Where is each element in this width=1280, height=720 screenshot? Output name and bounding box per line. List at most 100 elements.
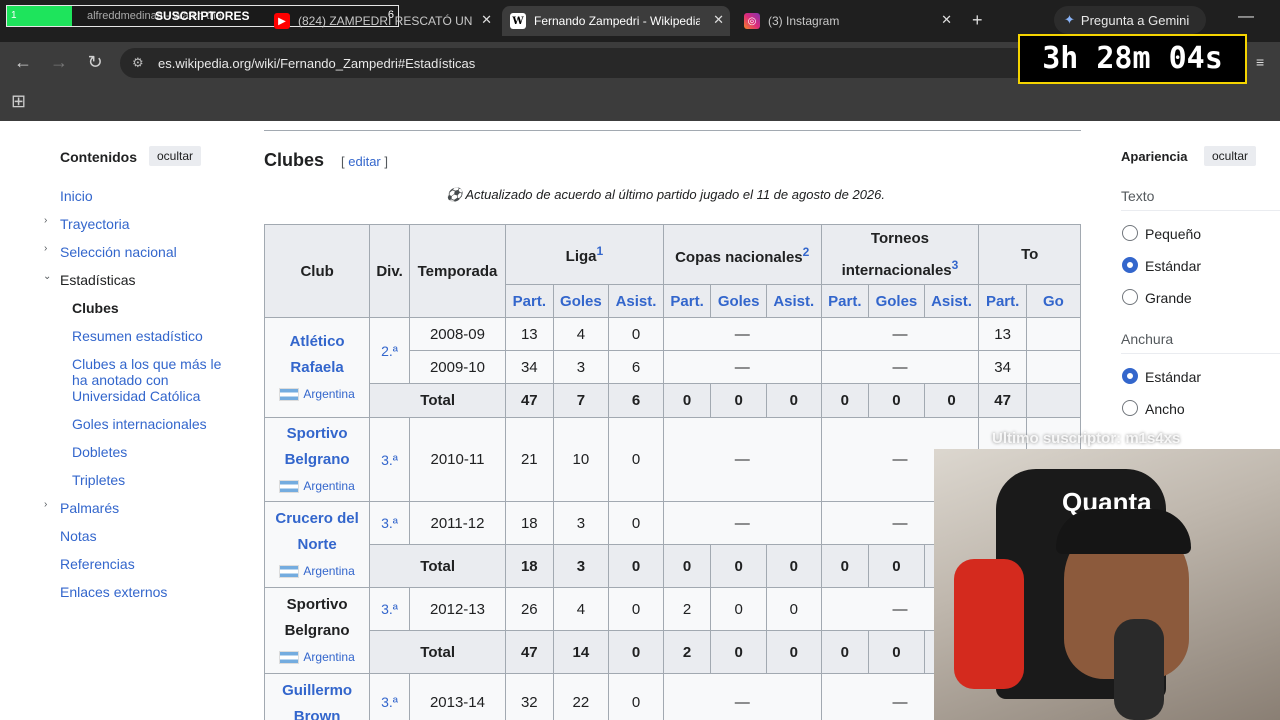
club-link[interactable]: Guillermo Brown [277, 678, 357, 720]
subheader-goles[interactable]: Goles [710, 284, 767, 318]
radio-small[interactable] [1122, 225, 1138, 241]
toc-item-palmares[interactable]: Palmarés [60, 500, 119, 516]
footnote-link[interactable]: 2 [803, 245, 810, 259]
div-cell[interactable]: 2.ª [369, 317, 410, 384]
footnote-link[interactable]: 1 [597, 244, 604, 258]
subheader-asist[interactable]: Asist. [923, 284, 980, 318]
season-cell: 2013-14 [408, 673, 507, 720]
div-cell[interactable]: 3.ª [369, 417, 410, 502]
toc-item-inicio[interactable]: Inicio [60, 188, 93, 204]
cell: 22 [552, 673, 610, 720]
subheader-part[interactable]: Part. [662, 284, 712, 318]
gemini-button[interactable]: ✦ Pregunta a Gemini [1054, 6, 1206, 34]
cell: 0 [710, 630, 767, 674]
forward-icon[interactable]: → [47, 52, 71, 73]
wikipedia-icon: W [510, 13, 526, 29]
toc-item-trayectoria[interactable]: Trayectoria [60, 216, 130, 232]
omnibox[interactable]: ⚙ es.wikipedia.org/wiki/Fernando_Zampedr… [120, 48, 1040, 78]
cell: — [662, 673, 822, 720]
radio-label: Grande [1145, 290, 1192, 306]
country-link[interactable]: Argentina [303, 387, 354, 401]
subheader-asist[interactable]: Asist. [765, 284, 822, 318]
toc-item-enlaces[interactable]: Enlaces externos [60, 584, 167, 600]
chevron-right-icon[interactable]: › [44, 215, 47, 226]
back-icon[interactable]: ← [11, 52, 35, 73]
tab-instagram[interactable]: ◎ (3) Instagram ✕ [736, 6, 958, 36]
radio-standard[interactable] [1122, 257, 1138, 273]
toc-item-referencias[interactable]: Referencias [60, 556, 135, 572]
header-club: Club [264, 224, 371, 318]
toc-item-dobletes[interactable]: Dobletes [72, 444, 127, 460]
minimize-button[interactable]: — [1238, 8, 1254, 26]
div-cell[interactable]: 3.ª [369, 587, 410, 631]
toc-item-seleccion[interactable]: Selección nacional [60, 244, 177, 260]
header-torneos-text: Torneos internacionales [841, 229, 952, 279]
appearance-hide-button[interactable]: ocultar [1204, 146, 1257, 166]
cell: 0 [608, 501, 664, 545]
club-link[interactable]: Atlético Rafaela [282, 329, 352, 381]
radio-label: Estándar [1145, 258, 1202, 274]
toc-item-clubes-anotado[interactable]: Clubes a los que más le ha anotado con U… [72, 356, 232, 404]
country-link[interactable]: Argentina [303, 650, 354, 664]
reading-list-icon[interactable]: ≡ [1256, 54, 1264, 70]
radio-large[interactable] [1122, 289, 1138, 305]
club-link[interactable]: Sportivo Belgrano [277, 421, 357, 473]
subheader-goles[interactable]: Goles [868, 284, 925, 318]
div-cell[interactable]: 3.ª [369, 501, 410, 545]
subheader-part[interactable]: Part. [505, 284, 554, 318]
apps-grid-icon[interactable]: ⊞ [11, 91, 26, 112]
cell: — [820, 350, 980, 384]
subheader-part[interactable]: Part. [820, 284, 870, 318]
country-link[interactable]: Argentina [303, 479, 354, 493]
radio-width-wide[interactable] [1122, 400, 1138, 416]
cell [1025, 317, 1081, 351]
club-name: Sportivo Belgrano [284, 595, 350, 639]
cell: 0 [820, 544, 870, 588]
close-icon[interactable]: ✕ [481, 12, 492, 28]
new-tab-button[interactable]: + [972, 10, 983, 31]
subheader-goles[interactable]: Go [1025, 284, 1081, 318]
subheader-goles[interactable]: Goles [552, 284, 610, 318]
toc-item-goles-int[interactable]: Goles internacionales [72, 416, 207, 432]
cell: 13 [505, 317, 554, 351]
country-link[interactable]: Argentina [303, 564, 354, 578]
div-cell[interactable]: 3.ª [369, 673, 410, 720]
toc-item-tripletes[interactable]: Tripletes [72, 472, 125, 488]
season-cell: 2010-11 [408, 417, 507, 502]
cell: — [662, 350, 822, 384]
toc-item-resumen[interactable]: Resumen estadístico [72, 328, 203, 344]
radio-label: Pequeño [1145, 226, 1202, 242]
subheader-asist[interactable]: Asist. [608, 284, 664, 318]
cell: 2 [662, 587, 712, 631]
chevron-right-icon[interactable]: › [44, 243, 47, 254]
toc-hide-button[interactable]: ocultar [149, 146, 202, 166]
toc-item-estadisticas[interactable]: Estadísticas [60, 272, 135, 288]
site-info-icon[interactable]: ⚙ [132, 55, 144, 71]
header-copas-text: Copas nacionales [675, 248, 803, 266]
cell [1025, 350, 1081, 384]
cell: 26 [505, 587, 554, 631]
cell: 47 [505, 383, 554, 418]
chevron-right-icon[interactable]: › [44, 499, 47, 510]
radio-width-standard[interactable] [1122, 368, 1138, 384]
toc-item-notas[interactable]: Notas [60, 528, 97, 544]
tab-youtube[interactable]: ▶ (824) ZAMPEDRI RESCATÓ UN ✕ [274, 6, 498, 36]
cell: 0 [608, 587, 664, 631]
cell [1025, 383, 1081, 418]
toc-item-clubes[interactable]: Clubes [72, 300, 119, 316]
footnote-link[interactable]: 3 [952, 258, 959, 272]
cell: 0 [868, 383, 925, 418]
club-link[interactable]: Crucero del Norte [267, 506, 367, 558]
subheader-part[interactable]: Part. [978, 284, 1027, 318]
season-cell: 2012-13 [408, 587, 507, 631]
reload-icon[interactable]: ↻ [83, 52, 107, 73]
edit-link-wrapper: [ editar ] [341, 154, 388, 169]
header-div: Div. [369, 224, 410, 318]
close-icon[interactable]: ✕ [941, 12, 952, 28]
close-icon[interactable]: ✕ [713, 12, 724, 28]
tab-title: Fernando Zampedri - Wikipedia [534, 14, 700, 28]
tab-wikipedia[interactable]: W Fernando Zampedri - Wikipedia ✕ [502, 6, 730, 36]
chevron-down-icon[interactable]: ⌄ [43, 271, 51, 282]
streamer-hair [1056, 509, 1191, 554]
edit-link[interactable]: editar [348, 154, 381, 169]
